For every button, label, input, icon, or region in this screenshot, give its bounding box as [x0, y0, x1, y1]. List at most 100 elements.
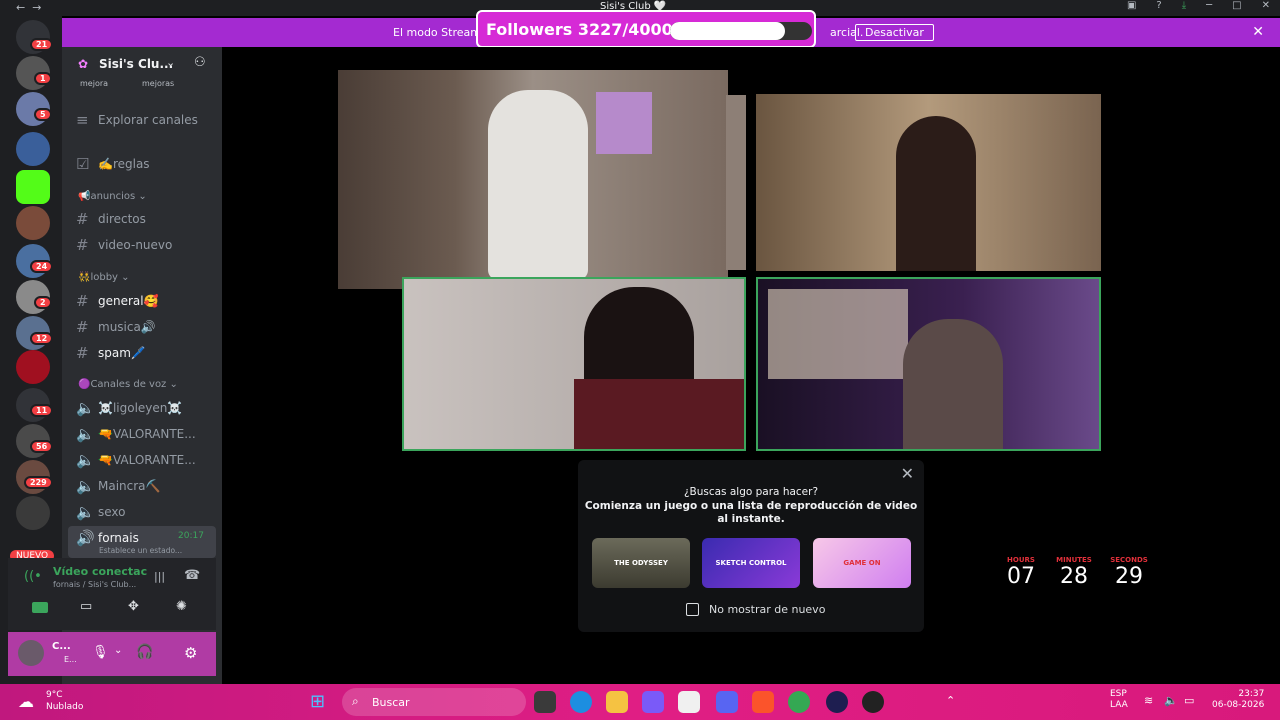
weather-icon[interactable]: ☁: [18, 692, 34, 711]
maximize-button[interactable]: □: [1232, 0, 1241, 11]
inbox-icon[interactable]: ▣: [1127, 0, 1136, 11]
channel-directos[interactable]: # directos: [76, 210, 146, 228]
voice-status[interactable]: Establece un estado...: [99, 546, 182, 555]
invite-icon[interactable]: ⚇: [194, 55, 206, 70]
close-window-button[interactable]: ✕: [1262, 0, 1270, 11]
download-icon[interactable]: ⤓: [1182, 0, 1186, 11]
server-header[interactable]: ✿ Sisi's Clu... ⌄ ⚇ mejora mejoras: [62, 47, 222, 88]
battery-icon[interactable]: ▭: [1184, 694, 1194, 707]
help-icon[interactable]: ?: [1156, 0, 1161, 11]
nav-arrows[interactable]: ← →: [16, 1, 41, 14]
channel-label: general🥰: [98, 294, 159, 308]
voice-channel-fornais[interactable]: 🔊 fornais: [76, 529, 139, 547]
gear-icon[interactable]: ⚙: [184, 644, 197, 662]
banner-close-icon[interactable]: ✕: [1252, 24, 1264, 40]
file-explorer-icon[interactable]: [606, 691, 628, 713]
discord-taskbar-icon[interactable]: [716, 691, 738, 713]
voice-channel[interactable]: 🔈 Maincra⛏️: [76, 477, 160, 495]
popup-line: Comienza un juego o una lista de reprodu…: [584, 499, 918, 512]
disconnect-icon[interactable]: ☎: [184, 568, 200, 583]
microphone-icon[interactable]: 🎙: [92, 645, 109, 660]
chrome-icon[interactable]: [788, 691, 810, 713]
participant-clothing: [574, 379, 744, 449]
checklist-icon: ☑: [76, 155, 90, 173]
voice-channel[interactable]: 🔈 sexo: [76, 503, 126, 521]
popup-line: ¿Buscas algo para hacer?: [683, 486, 819, 498]
server-icon[interactable]: [16, 350, 50, 384]
server-icon[interactable]: [16, 132, 50, 166]
edge-icon[interactable]: [570, 691, 592, 713]
category-voice[interactable]: 🟣Canales de voz ⌄: [78, 379, 178, 390]
category-anuncios[interactable]: 📢anuncios ⌄: [78, 191, 147, 202]
voice-channel[interactable]: 🔈 🔫VALORANTE...: [76, 425, 196, 443]
screen-share-icon[interactable]: ▭: [80, 599, 92, 614]
channel-label: sexo: [98, 505, 126, 519]
badge: 229: [24, 476, 53, 489]
channel-musica[interactable]: # musica🔊: [76, 318, 156, 336]
boost-label-left: mejora: [80, 79, 109, 88]
channel-label: video-nuevo: [98, 238, 173, 252]
channel-label: musica🔊: [98, 320, 156, 334]
followers-progress-bar: [670, 22, 812, 40]
speaker-icon: 🔈: [76, 503, 95, 521]
badge: 21: [30, 38, 54, 51]
channel-label: fornais: [98, 531, 139, 545]
voice-sub[interactable]: fornais / Sisi's Club...: [53, 580, 136, 589]
activities-icon[interactable]: ✥: [128, 599, 139, 614]
back-icon[interactable]: ←: [16, 1, 25, 14]
server-icon[interactable]: [16, 496, 50, 530]
clock-date: 06-08-2026: [1212, 700, 1265, 710]
voice-channel[interactable]: 🔈 ☠️ligoleyen☠️: [76, 399, 182, 417]
headphones-icon[interactable]: 🎧: [136, 644, 153, 660]
hash-icon: #: [76, 236, 89, 254]
server-icon[interactable]: [16, 206, 50, 240]
category-lobby[interactable]: 👯lobby ⌄: [78, 272, 130, 283]
close-icon[interactable]: ✕: [901, 464, 914, 483]
activity-card-odyssey[interactable]: THE ODYSSEY: [592, 538, 690, 588]
video-tile-user-3[interactable]: [402, 277, 746, 451]
noise-icon[interactable]: |||: [154, 570, 165, 583]
video-tile-user-2[interactable]: [756, 94, 1101, 271]
chevron-down-icon[interactable]: ⌄: [114, 645, 122, 656]
store-icon[interactable]: [678, 691, 700, 713]
app-icon[interactable]: [826, 691, 848, 713]
voice-channel[interactable]: 🔈 🔫VALORANTE...: [76, 451, 196, 469]
camera-icon[interactable]: [32, 602, 48, 613]
brave-icon[interactable]: [752, 691, 774, 713]
volume-icon[interactable]: 🔈: [1164, 694, 1178, 707]
deactivate-button[interactable]: Desactivar: [855, 24, 934, 41]
user-panel: C... E... 🎙 ⌄ 🎧 ⚙: [8, 632, 216, 676]
tray-chevron-icon[interactable]: ⌃: [946, 694, 955, 707]
minimize-button[interactable]: ─: [1206, 0, 1212, 11]
taskbar-search[interactable]: ⌕ Buscar: [342, 688, 526, 716]
channel-general[interactable]: # general🥰: [76, 292, 159, 310]
kick-server-icon[interactable]: [16, 170, 50, 204]
explore-label: Explorar canales: [98, 113, 198, 127]
input-language[interactable]: ESP LAA: [1110, 689, 1128, 711]
server-boost-icon: ✿: [78, 57, 89, 71]
wifi-icon[interactable]: ≋: [1144, 694, 1153, 707]
soundboard-icon[interactable]: ✺: [176, 599, 187, 614]
windows-start-icon[interactable]: ⊞: [310, 691, 325, 712]
copilot-icon[interactable]: [642, 691, 664, 713]
channel-rules[interactable]: ☑ ✍️reglas: [76, 155, 150, 173]
video-tile-user-4[interactable]: [756, 277, 1101, 451]
channel-video-nuevo[interactable]: # video-nuevo: [76, 236, 172, 254]
chevron-down-icon[interactable]: ⌄: [166, 56, 175, 69]
activity-card-gameon[interactable]: GAME ON: [813, 538, 911, 588]
activity-card-sketch[interactable]: SKETCH CONTROL: [702, 538, 800, 588]
windows-taskbar: ☁ 9°C Nublado ⊞ ⌕ Buscar ⌃ ESP LAA ≋ 🔈 ▭…: [0, 684, 1280, 720]
weather-widget[interactable]: 9°C Nublado: [46, 689, 83, 713]
followers-label: Followers 3227/4000: [486, 20, 673, 39]
taskbar-clock[interactable]: 23:37 06-08-2026: [1212, 689, 1264, 711]
checkbox[interactable]: [686, 603, 699, 616]
speaker-icon: 🔈: [76, 399, 95, 417]
video-tile-screenshare[interactable]: [338, 70, 728, 289]
avatar[interactable]: [18, 640, 44, 666]
dont-show-again[interactable]: No mostrar de nuevo: [686, 603, 825, 616]
forward-icon[interactable]: →: [32, 1, 41, 14]
channel-spam[interactable]: # spam🖊️: [76, 344, 146, 362]
obs-icon[interactable]: [862, 691, 884, 713]
explore-channels[interactable]: ≡ Explorar canales: [76, 111, 198, 129]
task-view-icon[interactable]: [534, 691, 556, 713]
